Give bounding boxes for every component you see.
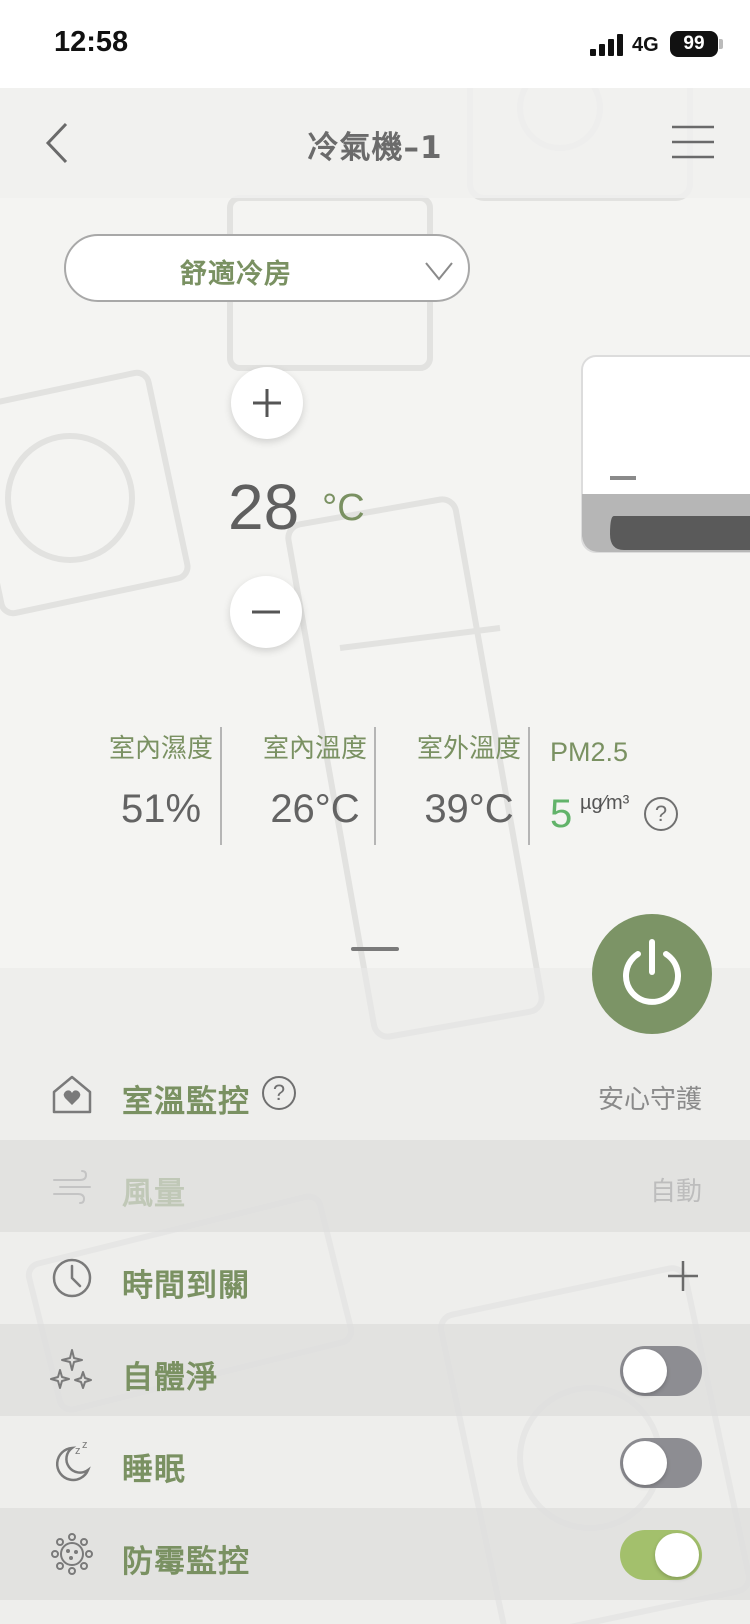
power-icon: [623, 939, 681, 1005]
timer-off-label: 時間到關: [122, 1268, 250, 1304]
chevron-down-icon: [425, 262, 453, 281]
stat-divider: [220, 727, 222, 845]
pm25-help-icon[interactable]: ?: [644, 797, 678, 831]
pm25-unit: µg⁄m³: [580, 792, 630, 814]
outdoor-temperature-value: 39°C: [424, 787, 514, 831]
outdoor-temperature: 室外溫度 39°C: [394, 728, 544, 832]
self-clean-label: 自體淨: [122, 1360, 218, 1396]
page-title: 冷氣機–1: [307, 130, 443, 166]
indoor-humidity-label: 室內濕度: [108, 734, 213, 764]
mold-germ-icon: [51, 1533, 93, 1575]
sparkle-icon: [50, 1349, 92, 1389]
home-heart-icon: [52, 1075, 92, 1114]
toggle-knob: [623, 1441, 667, 1485]
indoor-humidity: 室內濕度 51%: [86, 728, 236, 832]
clock-icon: [52, 1258, 92, 1298]
sleep-moon-icon: z z: [55, 1440, 91, 1482]
panel-drag-handle[interactable]: [351, 947, 399, 951]
battery-nub: [719, 39, 723, 49]
network-label: 4G: [632, 34, 659, 56]
sleep-toggle[interactable]: [620, 1438, 702, 1488]
timer-off-row[interactable]: 時間到關: [0, 1232, 750, 1324]
indoor-temperature-value: 26°C: [270, 787, 360, 831]
self-clean-row: 自體淨: [0, 1324, 750, 1416]
mold-monitor-row: 防霉監控: [0, 1508, 750, 1600]
mode-dropdown[interactable]: 舒適冷房: [64, 234, 470, 302]
svg-text:z: z: [75, 1445, 81, 1457]
air-conditioner-illustration: [581, 355, 750, 553]
toggle-knob: [623, 1349, 667, 1393]
mode-selected-label: 舒適冷房: [180, 259, 292, 290]
temperature-monitor-value: 安心守護: [597, 1085, 702, 1115]
battery-indicator: 99: [670, 31, 718, 57]
signal-icon: [590, 34, 623, 56]
fan-speed-row[interactable]: 風量 自動: [0, 1140, 750, 1232]
status-bar: 12:58 4G 99: [0, 0, 750, 88]
self-clean-toggle[interactable]: [620, 1346, 702, 1396]
plus-icon: [253, 389, 281, 417]
pm25-value: 5: [550, 792, 573, 836]
mold-monitor-label: 防霉監控: [122, 1544, 250, 1580]
stat-divider: [528, 727, 530, 845]
hamburger-menu-icon[interactable]: [672, 124, 714, 160]
svg-text:z: z: [82, 1440, 88, 1451]
status-time: 12:58: [54, 26, 129, 58]
minus-icon: [252, 610, 280, 614]
mold-monitor-toggle[interactable]: [620, 1530, 702, 1580]
temperature-decrease-button[interactable]: [230, 576, 302, 648]
toggle-knob: [655, 1533, 699, 1577]
add-timer-plus-icon[interactable]: [666, 1259, 700, 1293]
wind-icon: [53, 1170, 91, 1204]
temperature-monitor-label: 室溫監控: [122, 1084, 250, 1120]
sleep-row: z z 睡眠: [0, 1416, 750, 1508]
fan-speed-label: 風量: [122, 1176, 186, 1212]
set-temperature-unit: °C: [322, 487, 365, 529]
set-temperature-value: 28: [228, 471, 300, 543]
indoor-humidity-value: 51%: [120, 787, 202, 831]
indoor-temperature-label: 室內溫度: [262, 734, 367, 764]
stat-divider: [374, 727, 376, 845]
sleep-label: 睡眠: [122, 1452, 186, 1488]
fan-speed-value: 自動: [649, 1177, 702, 1207]
temperature-monitor-help-icon[interactable]: ?: [262, 1076, 296, 1110]
pm25-label: PM2.5: [550, 737, 629, 767]
outdoor-temperature-label: 室外溫度: [416, 734, 521, 764]
temperature-monitor-row[interactable]: 室溫監控 ? 安心守護: [0, 1048, 750, 1140]
power-button[interactable]: [592, 914, 712, 1034]
indoor-temperature: 室內溫度 26°C: [240, 728, 390, 832]
temperature-increase-button[interactable]: [231, 367, 303, 439]
